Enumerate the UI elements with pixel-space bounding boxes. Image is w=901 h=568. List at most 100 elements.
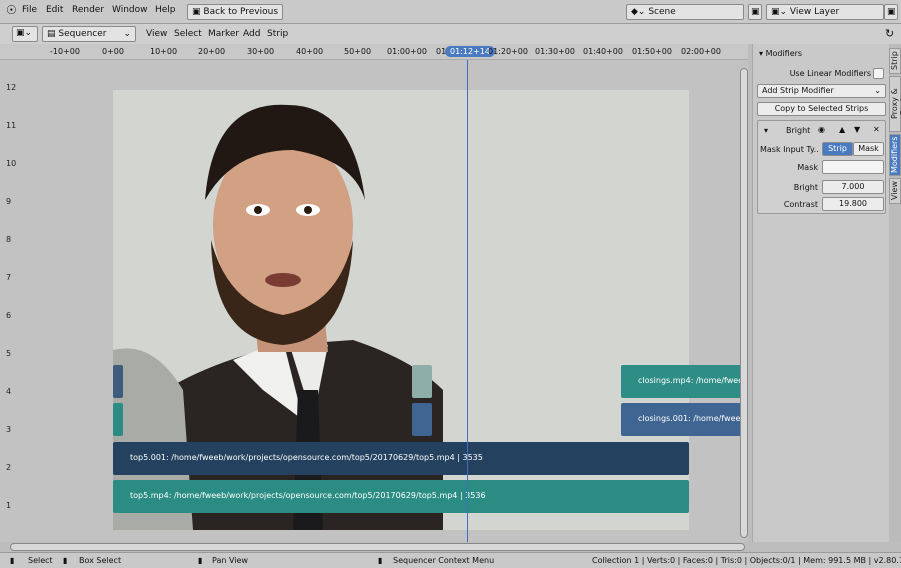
fullscreen-icon: ▣ (192, 7, 201, 17)
view-layer-name: View Layer (789, 7, 840, 17)
top-menubar: ☉ File Edit Render Window Help ▣ Back to… (0, 0, 901, 24)
channel-number: 7 (6, 273, 12, 282)
move-up-icon[interactable]: ▲ (839, 125, 845, 134)
scene-selector[interactable]: ◆⌄ Scene (626, 4, 744, 20)
ruler-tick: 40+00 (296, 47, 324, 56)
sidebar-tabs: Strip Proxy & Cache Modifiers View (889, 44, 901, 542)
strip-closings[interactable]: closings.mp4: /home/fweeb (621, 365, 748, 398)
editor-type-icon[interactable]: ▣⌄ (12, 26, 38, 42)
sequencer-timeline[interactable]: 12 11 10 9 8 7 6 5 4 3 2 1 closings.mp4:… (0, 60, 748, 542)
move-down-icon[interactable]: ▼ (854, 125, 860, 134)
channel-number: 9 (6, 197, 12, 206)
tab-proxy-cache[interactable]: Proxy & Cache (889, 76, 901, 132)
status-select: Select (28, 556, 53, 565)
ruler-tick: 01:30+00 (535, 47, 575, 56)
ruler-tick: 20+00 (198, 47, 226, 56)
back-to-previous-button[interactable]: ▣ Back to Previous (187, 4, 284, 20)
chevron-down-icon: ⌄ (874, 86, 881, 95)
status-pan-view: Pan View (212, 556, 248, 565)
mask-input-type-label: Mask Input Ty.. (760, 145, 819, 154)
strip-closings-001[interactable]: closings.001: /home/fweeb/ (621, 403, 748, 436)
menu-file[interactable]: File (22, 5, 37, 15)
contrast-value-field[interactable]: 19.800 (822, 197, 884, 211)
menu-view[interactable]: View (146, 29, 167, 39)
modifier-name[interactable]: Bright (786, 126, 810, 135)
channel-number: 4 (6, 387, 12, 396)
new-view-layer-icon[interactable]: ▣ (884, 4, 898, 20)
blender-logo-icon[interactable]: ☉ (6, 3, 17, 17)
status-context-menu: Sequencer Context Menu (393, 556, 495, 565)
eye-icon[interactable]: ◉ (818, 125, 825, 134)
bright-modifier-box: ▾ Bright ◉ ▲ ▼ ✕ Mask Input Ty.. Strip M… (757, 120, 886, 214)
strip-closings-label: closings.mp4: /home/fweeb (638, 376, 748, 385)
tab-strip[interactable]: Strip (889, 48, 901, 74)
refresh-icon[interactable]: ↻ (885, 27, 894, 40)
time-ruler[interactable]: -10+00 0+00 10+00 20+00 30+00 40+00 50+0… (0, 44, 748, 60)
bright-value-field[interactable]: 7.000 (822, 180, 884, 194)
tab-modifiers[interactable]: Modifiers (889, 134, 901, 176)
ruler-tick: 01:20+00 (488, 47, 528, 56)
channel-number: 8 (6, 235, 12, 244)
add-strip-modifier-label: Add Strip Modifier (762, 86, 834, 95)
view-layer-selector[interactable]: ▣⌄ View Layer (766, 4, 884, 20)
channel-number: 12 (6, 83, 17, 92)
strip-top5-001[interactable]: top5.001: /home/fweeb/work/projects/open… (113, 442, 689, 475)
playhead-line[interactable] (467, 60, 468, 542)
menu-render[interactable]: Render (72, 5, 104, 15)
use-linear-modifiers-label: Use Linear Modifiers (789, 69, 871, 78)
bright-label: Bright (793, 183, 818, 192)
sequencer-header: ▣⌄ ▤ Sequencer ⌄ View Select Marker Add … (0, 24, 901, 44)
collapse-icon[interactable]: ▾ (764, 126, 768, 135)
menu-add[interactable]: Add (243, 29, 260, 39)
strip-top5-label: top5.mp4: /home/fweeb/work/projects/open… (130, 491, 486, 500)
strip-closings-001-label: closings.001: /home/fweeb/ (638, 414, 748, 423)
ruler-tick: -10+00 (50, 47, 80, 56)
sequencer-view-type-select[interactable]: ▤ Sequencer ⌄ (42, 26, 136, 42)
sidebar-panel: ▾ Modifiers Use Linear Modifiers Add Str… (752, 44, 889, 542)
scene-icon: ◆⌄ (631, 7, 646, 17)
ruler-tick: 50+00 (344, 47, 372, 56)
mouse-right-icon: ▮ (378, 556, 383, 565)
channel-number: 2 (6, 463, 12, 472)
menu-window[interactable]: Window (112, 5, 148, 15)
copy-to-selected-strips-button[interactable]: Copy to Selected Strips (757, 102, 886, 116)
view-layer-icon: ▣⌄ (771, 7, 788, 17)
channel-number: 6 (6, 311, 12, 320)
horizontal-scrollbar[interactable] (10, 543, 745, 551)
ruler-tick: 01:00+00 (387, 47, 427, 56)
scene-name: Scene (648, 7, 676, 17)
chevron-down-icon: ⌄ (123, 29, 131, 39)
close-icon[interactable]: ✕ (873, 125, 880, 134)
mask-input-strip-option[interactable]: Strip (822, 142, 853, 156)
ruler-tick: 01:40+00 (583, 47, 623, 56)
strip-block[interactable] (412, 365, 432, 398)
sequencer-label: Sequencer (58, 29, 107, 39)
use-linear-modifiers-checkbox[interactable] (873, 68, 884, 79)
menu-edit[interactable]: Edit (46, 5, 63, 15)
modifiers-section-header[interactable]: ▾ Modifiers (759, 49, 802, 58)
add-strip-modifier-dropdown[interactable]: Add Strip Modifier ⌄ (757, 84, 886, 98)
sequencer-icon: ▤ (47, 29, 56, 39)
strip-block[interactable] (412, 403, 432, 436)
menu-strip[interactable]: Strip (267, 29, 288, 39)
new-scene-icon[interactable]: ▣ (748, 4, 762, 20)
ruler-tick: 0+00 (102, 47, 124, 56)
ruler-tick: 01:50+00 (632, 47, 672, 56)
channel-number: 10 (6, 159, 17, 168)
strip-top5[interactable]: top5.mp4: /home/fweeb/work/projects/open… (113, 480, 689, 513)
strip-block[interactable] (113, 403, 123, 436)
back-to-previous-label: Back to Previous (203, 7, 279, 17)
channel-number: 1 (6, 501, 12, 510)
mask-input-mask-option[interactable]: Mask (853, 142, 884, 156)
strip-block[interactable] (113, 365, 123, 398)
vertical-scrollbar[interactable] (740, 68, 748, 538)
tab-view[interactable]: View (889, 178, 901, 204)
menu-marker[interactable]: Marker (208, 29, 239, 39)
channel-number: 5 (6, 349, 12, 358)
menu-select[interactable]: Select (174, 29, 202, 39)
mask-field[interactable] (822, 160, 884, 174)
menu-help[interactable]: Help (155, 5, 176, 15)
ruler-tick: 10+00 (150, 47, 178, 56)
strip-top5-001-label: top5.001: /home/fweeb/work/projects/open… (130, 453, 483, 462)
status-info: Collection 1 | Verts:0 | Faces:0 | Tris:… (592, 556, 901, 565)
